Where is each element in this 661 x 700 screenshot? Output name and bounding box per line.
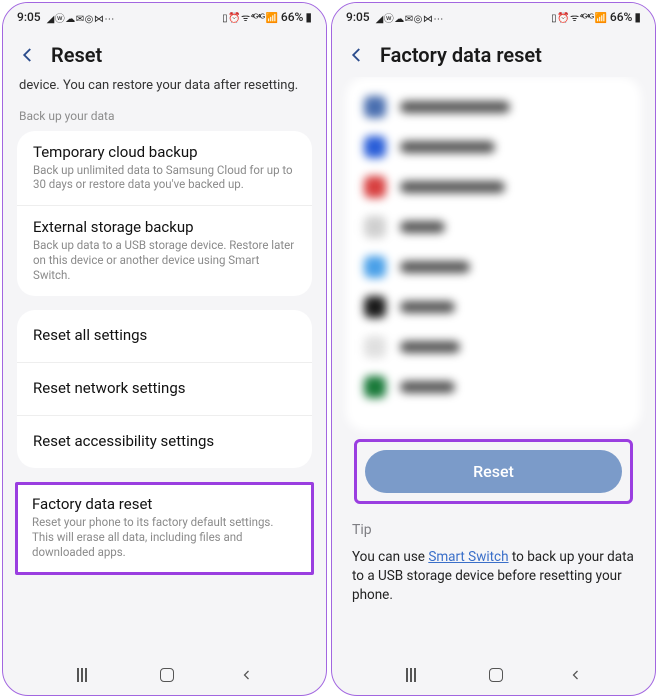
item-title: Temporary cloud backup bbox=[33, 143, 296, 161]
item-factory-data-reset[interactable]: Factory data reset Reset your phone to i… bbox=[15, 482, 314, 575]
status-battery: 66% bbox=[281, 10, 303, 24]
page-header: Reset bbox=[3, 31, 326, 77]
smart-switch-link[interactable]: Smart Switch bbox=[428, 549, 508, 565]
app-row bbox=[360, 167, 627, 207]
status-left-icons: ◢ ⓦ ☁ ✉ ◎ ⋈ ⋯ bbox=[376, 10, 443, 25]
tip-section: Tip You can use Smart Switch to back up … bbox=[346, 522, 641, 605]
app-row bbox=[360, 327, 627, 367]
item-reset-network-settings[interactable]: Reset network settings bbox=[17, 362, 312, 415]
app-name-blur bbox=[400, 301, 455, 313]
app-name-blur bbox=[400, 141, 495, 153]
battery-icon: ▮ bbox=[305, 10, 312, 24]
app-icon bbox=[364, 216, 386, 238]
page-title: Factory data reset bbox=[380, 43, 542, 67]
item-title: Factory data reset bbox=[32, 495, 297, 513]
item-reset-accessibility-settings[interactable]: Reset accessibility settings bbox=[17, 415, 312, 468]
app-row bbox=[360, 287, 627, 327]
app-icon bbox=[364, 376, 386, 398]
back-icon[interactable] bbox=[19, 46, 37, 64]
content-area: device. You can restore your data after … bbox=[3, 77, 326, 655]
app-icon bbox=[364, 96, 386, 118]
tip-label: Tip bbox=[352, 522, 635, 538]
backup-card: Temporary cloud backup Back up unlimited… bbox=[17, 131, 312, 297]
intro-text: device. You can restore your data after … bbox=[17, 77, 312, 105]
screen-factory-reset: 9:05 ◢ ⓦ ☁ ✉ ◎ ⋈ ⋯ ▯ ⏰ ᯤ ⁴ᴳ⁴ᴳ 📶 66% ▮ Fa… bbox=[331, 2, 656, 696]
item-title: Reset accessibility settings bbox=[33, 432, 296, 450]
tip-text: You can use Smart Switch to back up your… bbox=[352, 548, 635, 605]
item-desc: Back up unlimited data to Samsung Cloud … bbox=[33, 163, 296, 193]
status-right-icons: ▯ ⏰ ᯤ ⁴ᴳ⁴ᴳ 📶 bbox=[222, 10, 277, 24]
app-name-blur bbox=[400, 181, 505, 193]
app-row bbox=[360, 367, 627, 407]
reset-button[interactable]: Reset bbox=[365, 450, 622, 493]
status-left-icons: ◢ ⓦ ☁ ✉ ◎ ⋈ ⋯ bbox=[47, 10, 114, 25]
nav-home-button[interactable] bbox=[489, 668, 503, 682]
screen-reset: 9:05 ◢ ⓦ ☁ ✉ ◎ ⋈ ⋯ ▯ ⏰ ᯤ ⁴ᴳ⁴ᴳ 📶 66% ▮ Re… bbox=[2, 2, 327, 696]
tip-text-before: You can use bbox=[352, 549, 428, 565]
app-name-blur bbox=[400, 381, 455, 393]
item-desc: Back up data to a USB storage device. Re… bbox=[33, 238, 296, 283]
nav-home-button[interactable] bbox=[160, 668, 174, 682]
app-icon bbox=[364, 336, 386, 358]
nav-bar bbox=[3, 655, 326, 695]
app-name-blur bbox=[400, 101, 510, 113]
nav-bar bbox=[332, 655, 655, 695]
nav-recents-button[interactable] bbox=[77, 668, 93, 682]
nav-back-button[interactable] bbox=[241, 668, 253, 682]
content-area: Reset Tip You can use Smart Switch to ba… bbox=[332, 77, 655, 655]
app-row bbox=[360, 87, 627, 127]
status-bar: 9:05 ◢ ⓦ ☁ ✉ ◎ ⋈ ⋯ ▯ ⏰ ᯤ ⁴ᴳ⁴ᴳ 📶 66% ▮ bbox=[3, 3, 326, 31]
status-time: 9:05 bbox=[346, 10, 370, 24]
app-name-blur bbox=[400, 221, 445, 233]
app-name-blur bbox=[400, 261, 470, 273]
nav-recents-button[interactable] bbox=[406, 668, 422, 682]
app-icon bbox=[364, 176, 386, 198]
status-battery: 66% bbox=[610, 10, 632, 24]
app-list-card bbox=[346, 77, 641, 431]
app-row bbox=[360, 207, 627, 247]
page-header: Factory data reset bbox=[332, 31, 655, 77]
app-row bbox=[360, 247, 627, 287]
app-row bbox=[360, 127, 627, 167]
back-icon[interactable] bbox=[348, 46, 366, 64]
status-bar: 9:05 ◢ ⓦ ☁ ✉ ◎ ⋈ ⋯ ▯ ⏰ ᯤ ⁴ᴳ⁴ᴳ 📶 66% ▮ bbox=[332, 3, 655, 31]
section-label-backup: Back up your data bbox=[17, 105, 312, 131]
item-title: Reset network settings bbox=[33, 379, 296, 397]
app-icon bbox=[364, 136, 386, 158]
item-reset-all-settings[interactable]: Reset all settings bbox=[17, 310, 312, 362]
item-title: Reset all settings bbox=[33, 326, 296, 344]
status-right-icons: ▯ ⏰ ᯤ ⁴ᴳ⁴ᴳ 📶 bbox=[551, 10, 606, 24]
reset-options-card: Reset all settings Reset network setting… bbox=[17, 310, 312, 468]
page-title: Reset bbox=[51, 43, 102, 67]
item-external-storage-backup[interactable]: External storage backup Back up data to … bbox=[17, 205, 312, 296]
nav-back-button[interactable] bbox=[570, 668, 582, 682]
item-temp-cloud-backup[interactable]: Temporary cloud backup Back up unlimited… bbox=[17, 131, 312, 206]
app-icon bbox=[364, 296, 386, 318]
item-desc: Reset your phone to its factory default … bbox=[32, 515, 297, 560]
status-time: 9:05 bbox=[17, 10, 41, 24]
reset-button-highlight: Reset bbox=[354, 439, 633, 504]
battery-icon: ▮ bbox=[634, 10, 641, 24]
item-title: External storage backup bbox=[33, 218, 296, 236]
app-icon bbox=[364, 256, 386, 278]
app-name-blur bbox=[400, 341, 460, 353]
